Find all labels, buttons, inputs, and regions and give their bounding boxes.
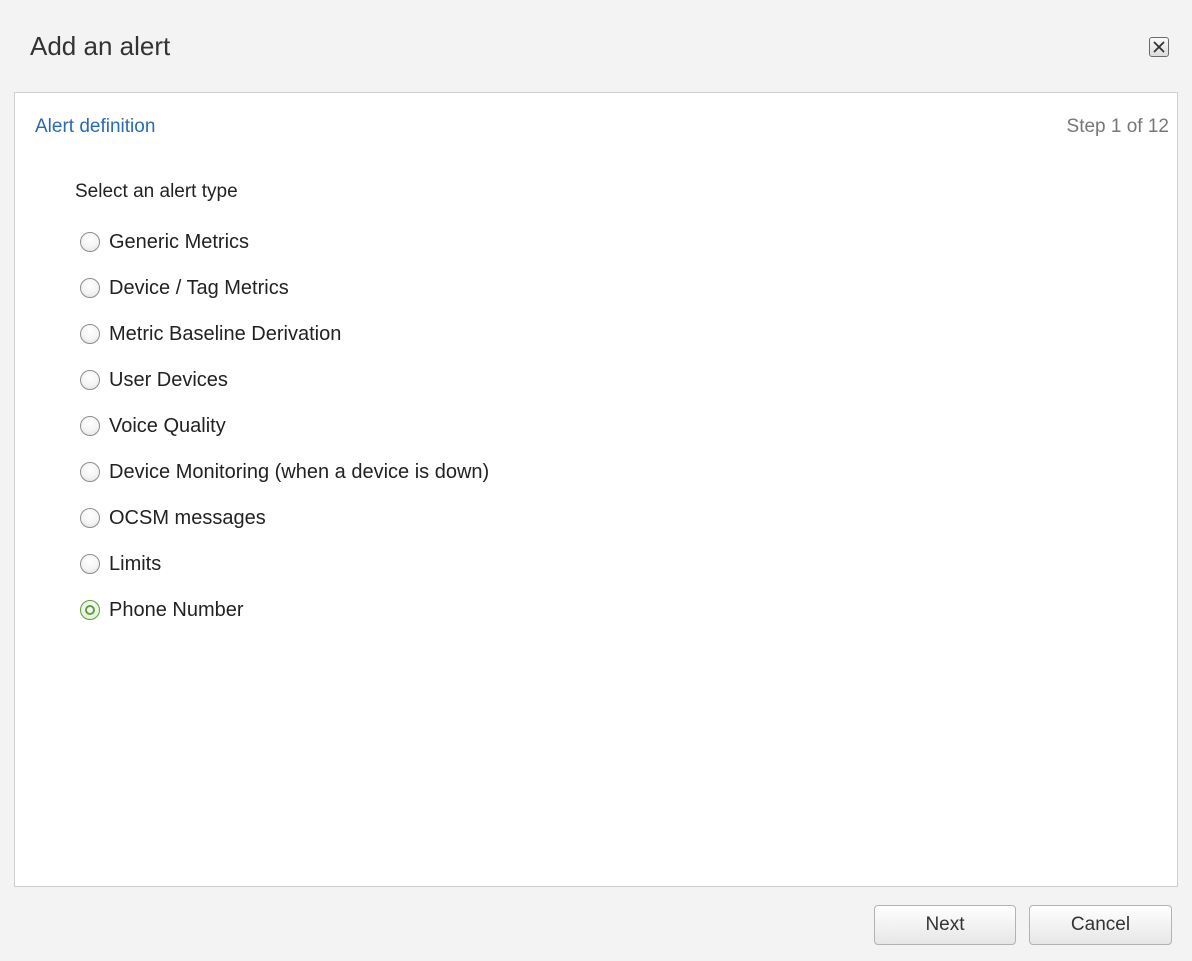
option-label[interactable]: User Devices <box>109 367 228 393</box>
radio-button[interactable] <box>80 278 100 298</box>
cancel-button[interactable]: Cancel <box>1029 905 1172 945</box>
radio-button[interactable] <box>80 508 100 528</box>
option-label[interactable]: Phone Number <box>109 597 244 623</box>
option-label[interactable]: Limits <box>109 551 161 577</box>
radio-button[interactable] <box>80 554 100 574</box>
dialog-title: Add an alert <box>30 31 171 61</box>
alert-type-option-device-tag-metrics[interactable]: Device / Tag Metrics <box>80 271 489 317</box>
radio-button[interactable] <box>80 370 100 390</box>
option-label[interactable]: Metric Baseline Derivation <box>109 321 341 347</box>
radio-button[interactable] <box>80 462 100 482</box>
dialog-footer: Next Cancel <box>0 887 1192 961</box>
dialog-header: Add an alert <box>0 0 1192 92</box>
option-label[interactable]: Voice Quality <box>109 413 226 439</box>
option-label[interactable]: Generic Metrics <box>109 229 249 255</box>
radio-button[interactable] <box>80 324 100 344</box>
step-indicator: Step 1 of 12 <box>1066 116 1169 137</box>
alert-type-option-limits[interactable]: Limits <box>80 547 489 593</box>
section-title: Alert definition <box>35 116 156 137</box>
option-label[interactable]: Device Monitoring (when a device is down… <box>109 459 489 485</box>
alert-type-radio-group: Generic Metrics Device / Tag Metrics Met… <box>80 225 489 639</box>
alert-type-option-user-devices[interactable]: User Devices <box>80 363 489 409</box>
radio-button[interactable] <box>80 416 100 436</box>
radio-button-selected[interactable] <box>80 600 100 620</box>
alert-type-option-generic-metrics[interactable]: Generic Metrics <box>80 225 489 271</box>
close-icon <box>1153 41 1165 53</box>
add-alert-dialog: Add an alert Alert definition Step 1 of … <box>0 0 1192 961</box>
option-label[interactable]: OCSM messages <box>109 505 266 531</box>
alert-type-option-phone-number[interactable]: Phone Number <box>80 593 489 639</box>
alert-type-option-ocsm-messages[interactable]: OCSM messages <box>80 501 489 547</box>
next-button[interactable]: Next <box>874 905 1016 945</box>
close-button[interactable] <box>1149 37 1169 57</box>
alert-type-option-device-monitoring[interactable]: Device Monitoring (when a device is down… <box>80 455 489 501</box>
alert-type-option-metric-baseline-derivation[interactable]: Metric Baseline Derivation <box>80 317 489 363</box>
alert-type-option-voice-quality[interactable]: Voice Quality <box>80 409 489 455</box>
radio-button[interactable] <box>80 232 100 252</box>
alert-type-prompt: Select an alert type <box>75 181 238 202</box>
dialog-content-panel: Alert definition Step 1 of 12 Select an … <box>14 92 1178 887</box>
option-label[interactable]: Device / Tag Metrics <box>109 275 289 301</box>
